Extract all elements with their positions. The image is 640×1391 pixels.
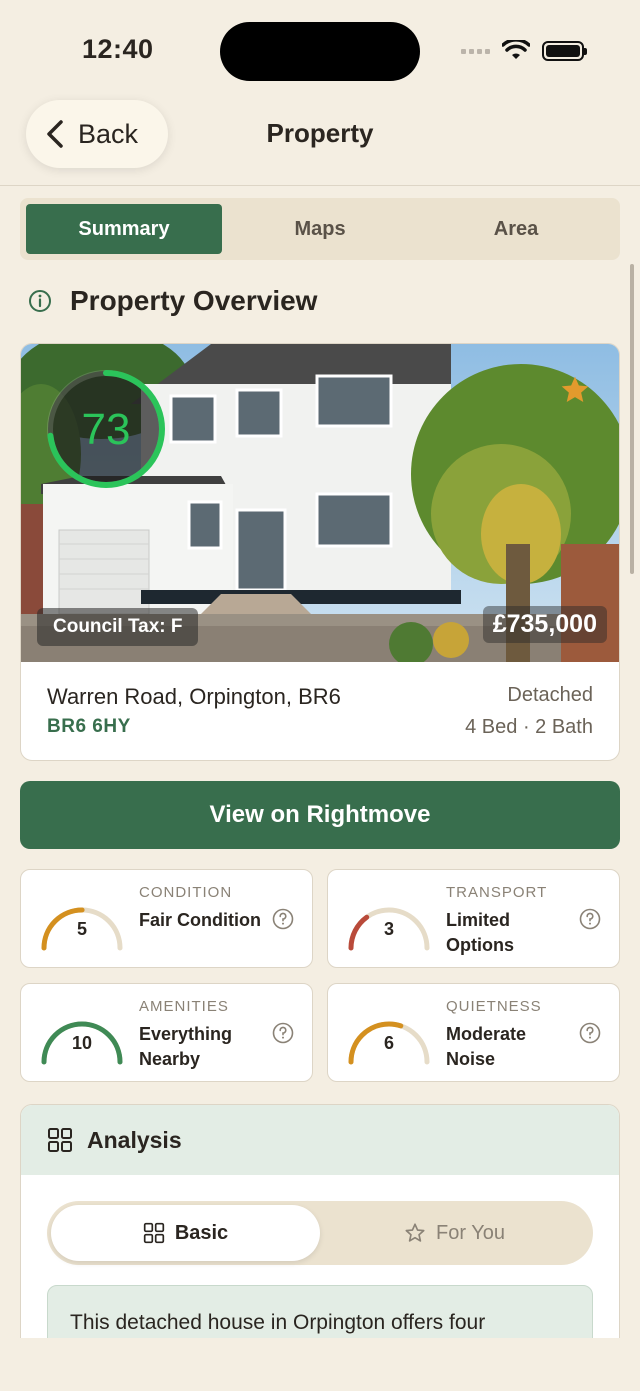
toggle-basic-label: Basic [174,1221,229,1244]
help-icon[interactable] [272,1022,294,1044]
condition-gauge: 5 [41,907,123,951]
metric-desc: Limited Options [446,910,514,955]
info-icon [29,290,51,312]
grid-icon [143,1222,164,1244]
metric-card-amenities[interactable]: 10 AMENITIES Everything Nearby [20,983,313,1082]
transport-gauge: 3 [348,907,430,951]
metric-card-quietness[interactable]: 6 QUIETNESS Moderate Noise [327,983,620,1082]
amenities-gauge: 10 [41,1021,123,1065]
address-text: Warren Road, Orpington, BR6 [47,684,341,709]
help-icon[interactable] [579,908,601,930]
postcode-text: BR6 6HY [47,716,131,737]
metric-card-condition[interactable]: 5 CONDITION Fair Condition [20,869,313,968]
wifi-icon [502,40,530,59]
grid-icon [48,1128,72,1152]
quietness-gauge: 6 [348,1021,430,1065]
nav-bar: Back Property [0,96,640,186]
metric-card-transport[interactable]: 3 TRANSPORT Limited Options [327,869,620,968]
transport-score: 3 [384,919,394,939]
favorite-star-icon[interactable] [559,374,591,406]
page-title: Property [266,118,374,148]
toggle-for-you[interactable]: For You [320,1205,589,1261]
condition-score: 5 [77,919,87,939]
metric-label: AMENITIES [139,998,229,1015]
battery-icon [542,41,587,61]
analysis-summary-text: This detached house in Orpington offers … [70,1311,486,1334]
analysis-title: Analysis [87,1126,182,1153]
metric-label: TRANSPORT [446,884,548,901]
scrollbar[interactable] [630,264,634,574]
help-icon[interactable] [579,1022,601,1044]
score-ring: 73 [47,370,165,488]
score-value: 73 [82,405,131,454]
metric-desc: Moderate Noise [446,1024,527,1069]
signal-icon [461,48,490,54]
tab-summary[interactable]: Summary [26,204,222,254]
amenities-score: 10 [72,1033,92,1053]
toggle-basic[interactable]: Basic [51,1205,320,1261]
toggle-for-you-label: For You [436,1221,505,1244]
metric-label: CONDITION [139,884,233,901]
analysis-panel: Analysis Basic For You This detached hou… [20,1104,620,1364]
quietness-score: 6 [384,1033,394,1053]
bottom-area [0,1338,640,1391]
metric-label: QUIETNESS [446,998,542,1015]
council-tax-badge: Council Tax: F [37,608,199,646]
property-type: Detached [507,684,593,706]
tab-maps[interactable]: Maps [222,204,418,254]
dynamic-island [220,22,420,81]
analysis-header[interactable]: Analysis [21,1105,619,1175]
overview-heading: Property Overview [28,285,317,317]
price-badge: £735,000 [482,606,607,643]
status-icons [461,40,587,62]
view-on-rightmove-button[interactable]: View on Rightmove [20,781,620,849]
property-card[interactable]: 73 Council Tax: F £735,000 Warren Road, … [20,343,620,761]
overview-title: Property Overview [70,285,318,316]
status-time: 12:40 [82,34,154,64]
property-photo[interactable]: 73 Council Tax: F £735,000 [21,344,619,662]
help-icon[interactable] [272,908,294,930]
metric-desc: Fair Condition [139,910,261,930]
beds-baths: 4 Bed · 2 Bath [465,716,593,738]
analysis-toggle: Basic For You [47,1201,593,1265]
tab-area[interactable]: Area [418,204,614,254]
star-outline-icon [405,1223,425,1242]
status-bar: 12:40 [0,0,640,96]
metric-desc: Everything Nearby [139,1024,233,1069]
tab-bar: Summary Maps Area [20,198,620,260]
